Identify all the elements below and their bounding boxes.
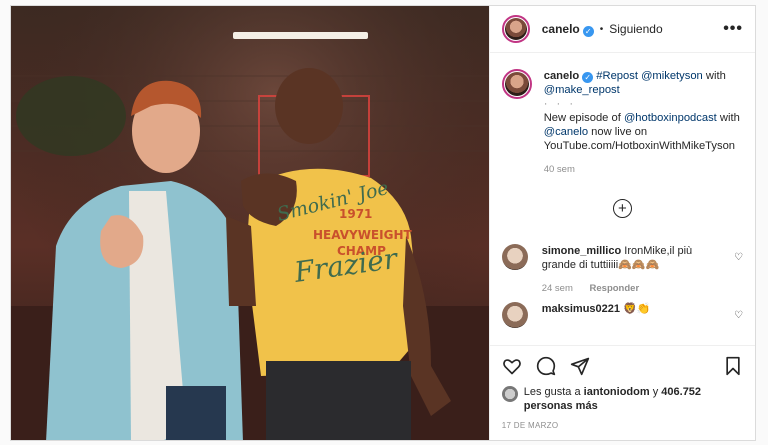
comments-section[interactable]: canelo ✓ #Repost @miketyson with @make_re… xyxy=(490,53,755,345)
liker-username[interactable]: iantoniodom xyxy=(584,386,650,398)
mention-miketyson[interactable]: @miketyson xyxy=(641,70,703,82)
repost-hashtag[interactable]: #Repost xyxy=(596,70,638,82)
caption-timestamp[interactable]: 40 sem xyxy=(544,163,743,177)
plus-circle-icon[interactable]: + xyxy=(612,199,632,218)
author-avatar[interactable] xyxy=(501,15,530,43)
caption-avatar[interactable] xyxy=(501,69,532,99)
comment-bubble-icon[interactable] xyxy=(536,356,556,376)
comment-item: simone_millico IronMike,il più grande di… xyxy=(501,244,743,296)
reply-button[interactable]: Responder xyxy=(590,283,640,294)
more-options-icon[interactable]: ••• xyxy=(723,20,743,38)
mention-canelo[interactable]: @canelo xyxy=(544,126,588,138)
caption-dots: · · · xyxy=(543,98,577,110)
comment-username[interactable]: simone_millico xyxy=(542,245,621,257)
separator-dot: • xyxy=(599,23,604,35)
comment-avatar[interactable] xyxy=(501,244,528,270)
share-send-icon[interactable] xyxy=(570,356,590,376)
post-actions-bar xyxy=(489,345,755,385)
mention-make-repost[interactable]: @make_repost xyxy=(544,84,620,96)
verified-badge-icon: ✓ xyxy=(582,25,594,37)
likes-conjunction: y xyxy=(652,386,659,398)
post-photo-illustration: Smokin' Joe 1971 HEAVYWEIGHT CHAMP Frazi… xyxy=(11,6,489,440)
comment-text: 🦁👏 xyxy=(623,303,651,315)
comment-time[interactable]: 24 sem xyxy=(542,283,573,294)
caption-word-with-2: with xyxy=(719,112,740,124)
post-date[interactable]: 17 DE MARZO xyxy=(490,413,755,440)
load-more-comments: + xyxy=(502,199,743,218)
post-caption: canelo ✓ #Repost @miketyson with @make_re… xyxy=(501,69,743,177)
post-photo[interactable]: Smokin' Joe 1971 HEAVYWEIGHT CHAMP Frazi… xyxy=(11,6,489,440)
likes-prefix: Les gusta a xyxy=(523,386,581,398)
liker-avatar[interactable] xyxy=(501,386,518,402)
mention-hotboxinpodcast[interactable]: @hotboxinpodcast xyxy=(624,112,717,124)
post-side-panel: canelo ✓ • Siguiendo ••• canelo ✓ #Repost … xyxy=(488,6,755,440)
comment-like-heart-icon[interactable]: ♡ xyxy=(734,310,743,321)
caption-verified-icon: ✓ xyxy=(582,72,594,83)
caption-word-with: with xyxy=(705,70,726,82)
comment-like-heart-icon[interactable]: ♡ xyxy=(734,252,743,263)
save-bookmark-icon[interactable] xyxy=(723,356,743,376)
comment-avatar[interactable] xyxy=(501,302,528,328)
author-username[interactable]: canelo ✓ xyxy=(542,22,594,37)
instagram-post-modal: Smokin' Joe 1971 HEAVYWEIGHT CHAMP Frazi… xyxy=(10,5,756,441)
like-heart-icon[interactable] xyxy=(502,356,522,376)
post-header: canelo ✓ • Siguiendo ••• xyxy=(489,6,755,53)
following-button[interactable]: Siguiendo xyxy=(609,22,662,36)
shirt-text-2: 1971 xyxy=(339,207,372,221)
caption-username[interactable]: canelo xyxy=(544,70,579,82)
shirt-text-3: HEAVYWEIGHT xyxy=(313,228,412,242)
comment-item: maksimus0221 🦁👏 ♡ xyxy=(501,302,743,328)
likes-summary: Les gusta a iantoniodom y 406.752 person… xyxy=(490,385,755,413)
caption-text-prefix: New episode of xyxy=(543,112,621,124)
comment-username[interactable]: maksimus0221 xyxy=(542,303,620,315)
